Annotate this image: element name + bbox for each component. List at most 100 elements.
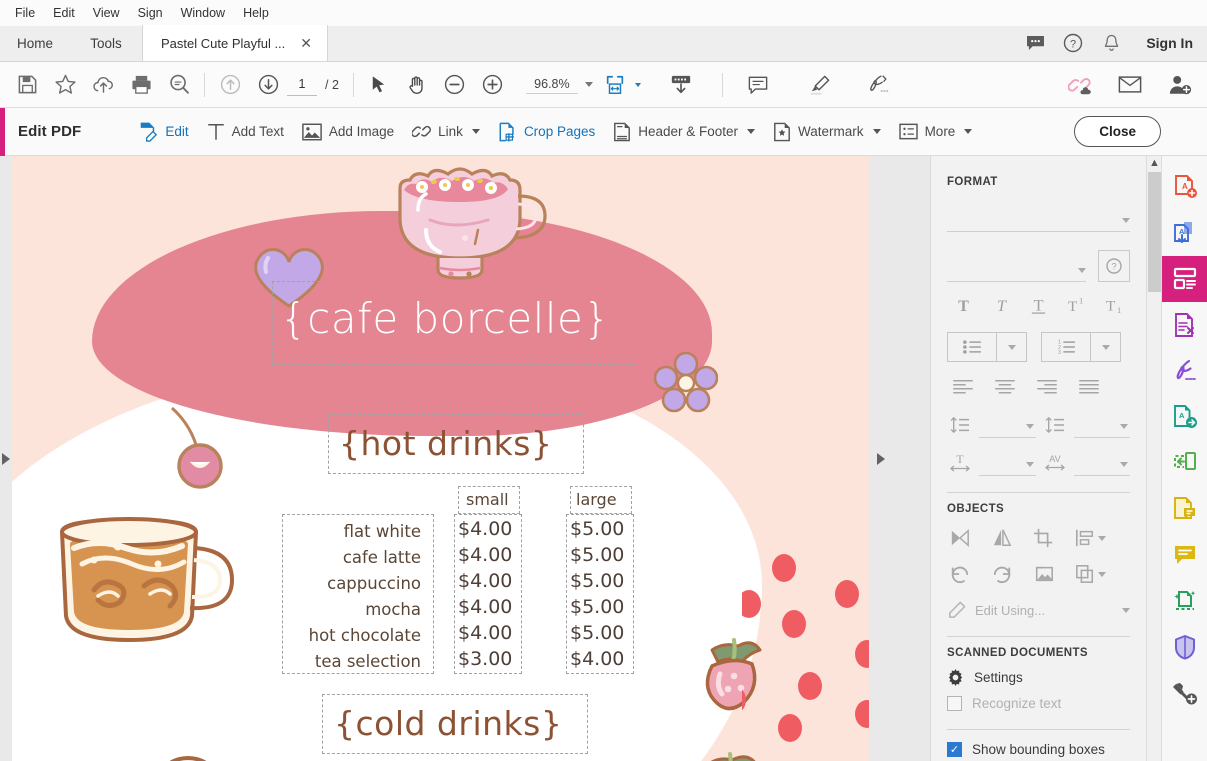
recognize-text-row[interactable]: Recognize text	[947, 696, 1130, 711]
cold-drinks-heading[interactable]: {cold drinks}	[334, 704, 562, 743]
flip-vertical-icon[interactable]	[989, 525, 1015, 551]
recognize-text-checkbox[interactable]	[947, 696, 962, 711]
menu-window[interactable]: Window	[172, 2, 234, 24]
tracking-input[interactable]	[1073, 454, 1130, 476]
scroll-mode-icon[interactable]	[662, 66, 700, 104]
tab-document[interactable]: Pastel Cute Playful ... ✕	[142, 25, 329, 61]
link-button[interactable]: Link	[403, 117, 489, 146]
previous-page-arrow[interactable]	[0, 156, 12, 761]
subscript-icon[interactable]: T1	[1097, 290, 1130, 320]
close-icon[interactable]: ✕	[297, 35, 315, 51]
paragraph-spacing-input[interactable]	[1073, 416, 1130, 438]
horizontal-scale-input[interactable]	[979, 454, 1036, 476]
add-text-button[interactable]: Add Text	[198, 117, 293, 146]
font-family-dropdown[interactable]	[947, 210, 1130, 232]
compress-pdf-icon[interactable]	[1162, 440, 1207, 486]
item-name-0[interactable]: flat white	[344, 522, 421, 541]
price-small-5[interactable]: $3.00	[458, 648, 512, 670]
save-icon[interactable]	[8, 66, 46, 104]
price-large-2[interactable]: $5.00	[570, 570, 624, 592]
item-name-3[interactable]: mocha	[365, 600, 421, 619]
email-icon[interactable]	[1111, 66, 1149, 104]
replace-image-icon[interactable]	[1031, 561, 1057, 587]
item-name-1[interactable]: cafe latte	[343, 548, 421, 567]
zoom-level-input[interactable]	[525, 75, 578, 94]
page-number-input[interactable]	[287, 73, 317, 96]
price-small-1[interactable]: $4.00	[458, 544, 512, 566]
zoom-dropdown-icon[interactable]	[578, 66, 600, 104]
export-pdf-icon[interactable]: A	[1162, 210, 1207, 256]
send-for-signature-icon[interactable]: A	[1162, 394, 1207, 440]
fit-page-dropdown-icon[interactable]	[630, 66, 646, 104]
tab-home[interactable]: Home	[0, 25, 70, 61]
flip-horizontal-icon[interactable]	[947, 525, 973, 551]
show-bounding-boxes-row[interactable]: ✓ Show bounding boxes	[947, 742, 1130, 757]
cloud-upload-icon[interactable]	[84, 66, 122, 104]
align-objects-icon[interactable]	[1073, 525, 1107, 551]
price-small-4[interactable]: $4.00	[458, 622, 512, 644]
item-name-2[interactable]: cappuccino	[327, 574, 421, 593]
star-icon[interactable]	[46, 66, 84, 104]
organize-pages-icon[interactable]	[1162, 302, 1207, 348]
watermark-button[interactable]: Watermark	[764, 117, 890, 147]
price-large-5[interactable]: $4.00	[570, 648, 624, 670]
more-button[interactable]: More	[890, 118, 982, 145]
edit-using-row[interactable]: Edit Using...	[947, 601, 1130, 620]
highlight-icon[interactable]	[801, 66, 839, 104]
numbered-list-icon[interactable]: 123	[1042, 333, 1090, 361]
crop-pages-button[interactable]: Crop Pages	[489, 117, 604, 147]
item-name-5[interactable]: tea selection	[315, 652, 421, 671]
show-bounding-boxes-checkbox[interactable]: ✓	[947, 742, 962, 757]
price-large-1[interactable]: $5.00	[570, 544, 624, 566]
bulleted-list-icon[interactable]	[948, 333, 996, 361]
rotate-ccw-icon[interactable]	[947, 561, 973, 587]
align-justify-icon[interactable]	[1073, 374, 1105, 400]
edit-button[interactable]: Edit	[129, 117, 197, 147]
menu-sign[interactable]: Sign	[129, 2, 172, 24]
comment-icon[interactable]	[1162, 532, 1207, 578]
cafe-title[interactable]: {cafe borcelle}	[280, 294, 611, 343]
protect-icon[interactable]	[1162, 624, 1207, 670]
column-header-large[interactable]: large	[576, 490, 617, 509]
menu-edit[interactable]: Edit	[44, 2, 84, 24]
font-help-button[interactable]: ?	[1098, 250, 1130, 282]
settings-row[interactable]: Settings	[947, 669, 1130, 686]
search-icon[interactable]	[160, 66, 198, 104]
previous-page-icon[interactable]	[211, 66, 249, 104]
add-image-button[interactable]: Add Image	[293, 118, 403, 146]
column-header-small[interactable]: small	[466, 490, 509, 509]
chat-icon[interactable]	[1024, 32, 1046, 54]
panel-scrollbar[interactable]: ▲	[1146, 156, 1161, 761]
item-name-4[interactable]: hot chocolate	[309, 626, 421, 645]
numbered-list-dropdown[interactable]	[1090, 333, 1120, 361]
numbered-list-group[interactable]: 123	[1041, 332, 1121, 362]
bulleted-list-dropdown[interactable]	[996, 333, 1026, 361]
align-left-icon[interactable]	[947, 374, 979, 400]
line-spacing-input[interactable]	[979, 416, 1036, 438]
create-pdf-icon[interactable]: A	[1162, 164, 1207, 210]
hot-drinks-heading[interactable]: {hot drinks}	[339, 424, 552, 463]
menu-view[interactable]: View	[84, 2, 129, 24]
header-footer-button[interactable]: Header & Footer	[604, 117, 764, 147]
price-small-0[interactable]: $4.00	[458, 518, 512, 540]
fit-page-icon[interactable]	[600, 66, 630, 104]
price-large-3[interactable]: $5.00	[570, 596, 624, 618]
underline-icon[interactable]: T	[1022, 290, 1055, 320]
bold-icon[interactable]: T	[947, 290, 980, 320]
fill-and-sign-icon[interactable]	[1162, 348, 1207, 394]
superscript-icon[interactable]: T1	[1059, 290, 1092, 320]
panel-scrollbar-thumb[interactable]	[1148, 172, 1161, 292]
select-tool-icon[interactable]	[360, 66, 398, 104]
align-center-icon[interactable]	[989, 374, 1021, 400]
sign-in-button[interactable]: Sign In	[1146, 35, 1193, 51]
sign-icon[interactable]	[859, 66, 897, 104]
arrange-icon[interactable]	[1073, 561, 1107, 587]
tab-tools[interactable]: Tools	[70, 25, 142, 61]
font-size-dropdown[interactable]	[947, 260, 1086, 282]
menu-help[interactable]: Help	[234, 2, 278, 24]
add-person-icon[interactable]	[1161, 66, 1199, 104]
panel-scroll-up[interactable]: ▲	[1147, 156, 1161, 171]
menu-file[interactable]: File	[6, 2, 44, 24]
more-tools-icon[interactable]	[1162, 670, 1207, 716]
align-right-icon[interactable]	[1031, 374, 1063, 400]
